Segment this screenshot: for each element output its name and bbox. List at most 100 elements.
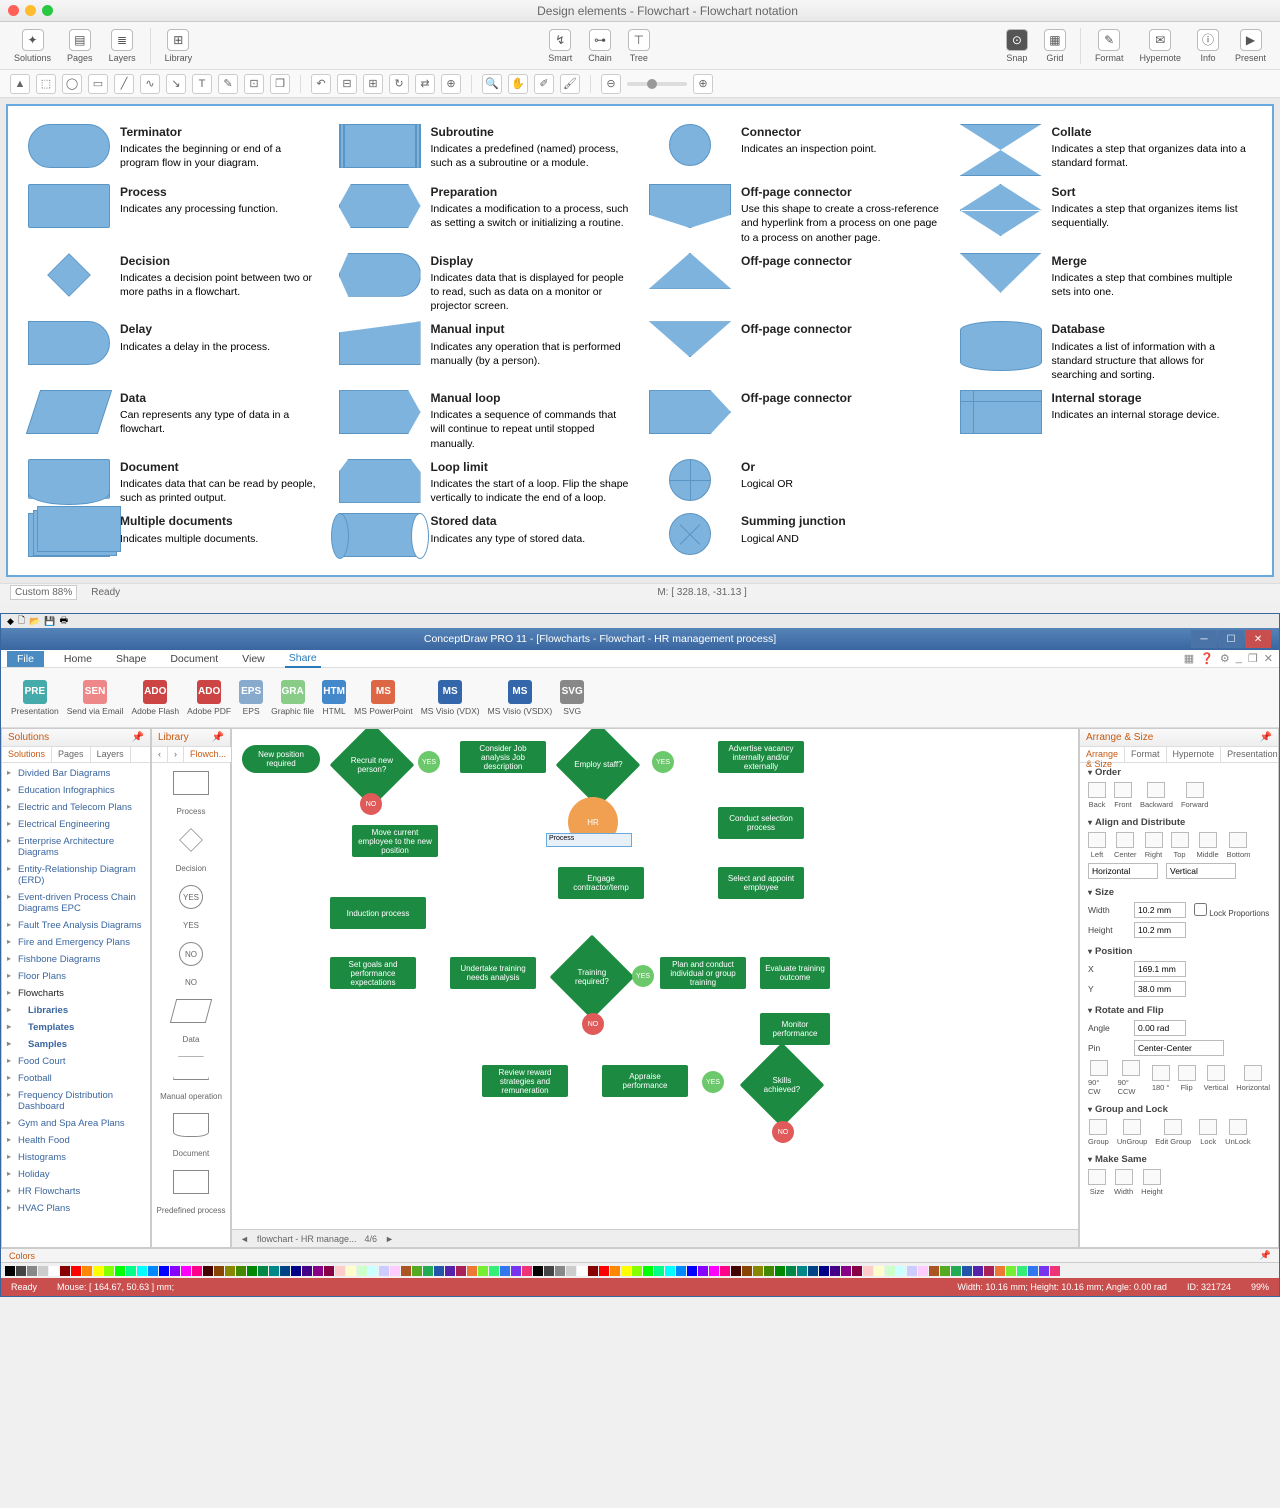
arr-back[interactable]: Back <box>1088 782 1106 809</box>
present-button[interactable]: ▶Present <box>1229 27 1272 65</box>
arr-flip[interactable]: Flip <box>1178 1065 1196 1092</box>
legend-item[interactable]: ConnectorIndicates an inspection point. <box>649 124 942 176</box>
color-swatch[interactable] <box>698 1266 708 1276</box>
color-swatch[interactable] <box>753 1266 763 1276</box>
tab-share[interactable]: Share <box>285 650 321 668</box>
legend-item[interactable]: Loop limitIndicates the start of a loop.… <box>339 459 632 506</box>
zoom-level[interactable]: Custom 88% <box>10 585 77 600</box>
tree-button[interactable]: ⊤Tree <box>622 27 656 65</box>
color-swatch[interactable] <box>71 1266 81 1276</box>
solutions-button[interactable]: ✦Solutions <box>8 27 57 65</box>
color-swatch[interactable] <box>49 1266 59 1276</box>
color-swatch[interactable] <box>599 1266 609 1276</box>
color-swatch[interactable] <box>27 1266 37 1276</box>
node-move-employee[interactable]: Move current employee to the new positio… <box>352 825 438 857</box>
legend-item[interactable]: DocumentIndicates data that can be read … <box>28 459 321 506</box>
smart-button[interactable]: ↯Smart <box>542 27 578 65</box>
arr-backward[interactable]: Backward <box>1140 782 1173 809</box>
color-swatch[interactable] <box>104 1266 114 1276</box>
lib-decision[interactable] <box>179 828 203 852</box>
color-swatch[interactable] <box>676 1266 686 1276</box>
ribbon-eps[interactable]: EPSEPS <box>239 680 263 716</box>
color-swatch[interactable] <box>368 1266 378 1276</box>
lib-predefined[interactable] <box>173 1170 209 1194</box>
library-button[interactable]: ⊞Library <box>159 27 199 65</box>
color-swatch[interactable] <box>863 1266 873 1276</box>
lib-tab[interactable]: Flowch... <box>184 747 233 762</box>
order-title[interactable]: Order <box>1088 767 1270 778</box>
color-swatch[interactable] <box>709 1266 719 1276</box>
node-consider[interactable]: Consider Job analysis Job description <box>460 741 546 773</box>
node-skills-achieved[interactable]: Skills achieved? <box>740 1043 825 1128</box>
color-swatch[interactable] <box>445 1266 455 1276</box>
color-swatch[interactable] <box>181 1266 191 1276</box>
solutions-list[interactable]: Divided Bar DiagramsEducation Infographi… <box>2 763 150 1247</box>
color-swatch[interactable] <box>390 1266 400 1276</box>
sol-item[interactable]: Event-driven Process Chain Diagrams EPC <box>4 889 148 917</box>
legend-item[interactable]: Stored dataIndicates any type of stored … <box>339 513 632 557</box>
color-swatch[interactable] <box>137 1266 147 1276</box>
sol-item[interactable]: Fishbone Diagrams <box>4 951 148 968</box>
node-engage-contractor[interactable]: Engage contractor/temp <box>558 867 644 899</box>
search-tool[interactable]: 🔍 <box>482 74 502 94</box>
sol-item[interactable]: HR Flowcharts <box>4 1183 148 1200</box>
connector-tool[interactable]: ↘ <box>166 74 186 94</box>
panel-pin-icon[interactable]: 📌 <box>212 732 224 743</box>
eyedropper-tool[interactable]: ✐ <box>534 74 554 94</box>
legend-item[interactable]: Manual loopIndicates a sequence of comma… <box>339 390 632 451</box>
circ-yes[interactable]: YES <box>418 751 440 773</box>
color-swatch[interactable] <box>610 1266 620 1276</box>
color-swatch[interactable] <box>687 1266 697 1276</box>
legend-item[interactable]: DisplayIndicates data that is displayed … <box>339 253 632 314</box>
library-list[interactable]: Process Decision YESYES NONO Data Manual… <box>152 763 230 1247</box>
panel-pin-icon[interactable]: 📌 <box>1260 732 1272 743</box>
color-swatch[interactable] <box>808 1266 818 1276</box>
hand-tool[interactable]: ✋ <box>508 74 528 94</box>
lib-manual-op[interactable] <box>173 1056 209 1080</box>
panel-pin-icon[interactable]: 📌 <box>132 732 144 743</box>
sol-item[interactable]: Electrical Engineering <box>4 816 148 833</box>
flow-canvas[interactable]: New position required Recruit new person… <box>232 729 1078 1209</box>
ribbon-svg[interactable]: SVGSVG <box>560 680 584 716</box>
color-swatch[interactable] <box>1028 1266 1038 1276</box>
legend-item[interactable]: DataCan represents any type of data in a… <box>28 390 321 451</box>
color-swatch[interactable] <box>731 1266 741 1276</box>
legend-item[interactable]: CollateIndicates a step that organizes d… <box>960 124 1253 176</box>
distribute-tool[interactable]: ⊞ <box>363 74 383 94</box>
color-swatch[interactable] <box>577 1266 587 1276</box>
circ-no[interactable]: NO <box>582 1013 604 1035</box>
qat-save-icon[interactable]: 💾 <box>44 616 55 627</box>
line-tool[interactable]: ╱ <box>114 74 134 94</box>
node-induction[interactable]: Induction process <box>330 897 426 929</box>
help-icon[interactable]: ❓ <box>1200 652 1214 665</box>
layout-icon[interactable]: ▦ <box>1184 652 1194 665</box>
color-swatch[interactable] <box>962 1266 972 1276</box>
color-swatch[interactable] <box>720 1266 730 1276</box>
arr-front[interactable]: Front <box>1114 782 1132 809</box>
node-evaluate[interactable]: Evaluate training outcome <box>760 957 830 989</box>
sol-item[interactable]: Flowcharts <box>4 985 148 1002</box>
color-swatch[interactable] <box>467 1266 477 1276</box>
tab-presentation[interactable]: Presentation <box>1221 747 1280 762</box>
color-swatch[interactable] <box>797 1266 807 1276</box>
arr-lock[interactable]: Lock <box>1199 1119 1217 1146</box>
color-swatch[interactable] <box>346 1266 356 1276</box>
tab-solutions[interactable]: Solutions <box>2 747 52 762</box>
color-swatch[interactable] <box>841 1266 851 1276</box>
pointer-tool[interactable]: ▲ <box>10 74 30 94</box>
sol-item[interactable]: Football <box>4 1070 148 1087</box>
arr-center[interactable]: Center <box>1114 832 1137 859</box>
arr--cw[interactable]: 90° CW <box>1088 1060 1110 1096</box>
legend-item[interactable]: SubroutineIndicates a predefined (named)… <box>339 124 632 176</box>
make-title[interactable]: Make Same <box>1088 1154 1270 1165</box>
legend-item[interactable]: DelayIndicates a delay in the process. <box>28 321 321 382</box>
arr-unlock[interactable]: UnLock <box>1225 1119 1250 1146</box>
arr-ungroup[interactable]: UnGroup <box>1117 1119 1147 1146</box>
color-swatch[interactable] <box>918 1266 928 1276</box>
tab-nav-next[interactable]: ► <box>385 1234 394 1244</box>
color-swatch[interactable] <box>280 1266 290 1276</box>
legend-item[interactable]: PreparationIndicates a modification to a… <box>339 184 632 245</box>
format-button[interactable]: ✎Format <box>1089 27 1130 65</box>
align-tool[interactable]: ⊟ <box>337 74 357 94</box>
legend-item[interactable]: Off-page connector <box>649 321 942 382</box>
